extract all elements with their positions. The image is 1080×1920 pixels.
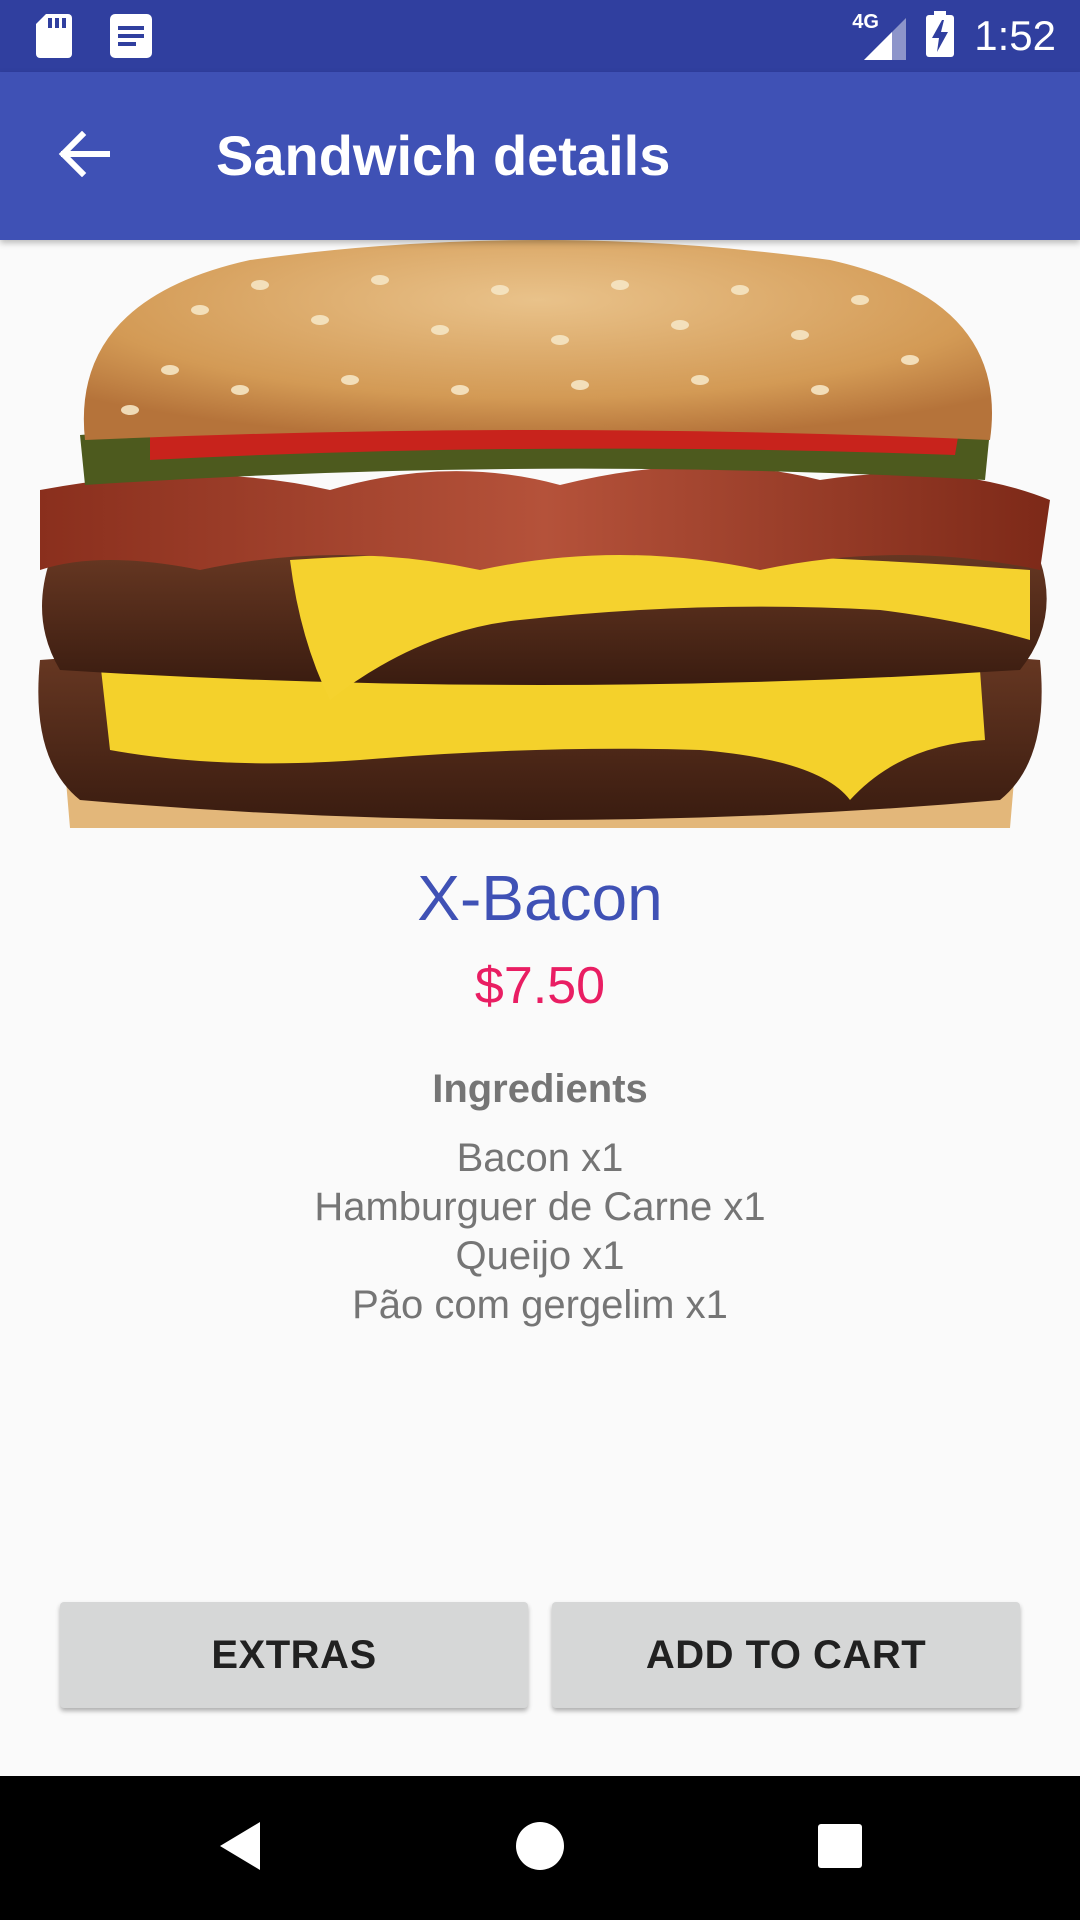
page-title: Sandwich details: [216, 124, 671, 187]
status-bar: 4G 1:52: [0, 0, 1080, 72]
battery-charging-icon: [926, 10, 955, 62]
ingredient-item: Hamburguer de Carne x1: [314, 1185, 766, 1229]
nav-home-icon: [515, 1821, 565, 1876]
ingredient-item: Pão com gergelim x1: [352, 1283, 728, 1327]
nav-recents-button[interactable]: [800, 1808, 880, 1888]
add-to-cart-button[interactable]: ADD TO CART: [552, 1602, 1020, 1708]
sandwich-name: X-Bacon: [417, 862, 663, 934]
nav-home-button[interactable]: [500, 1808, 580, 1888]
status-time: 1:52: [974, 12, 1056, 59]
ingredients-list: Bacon x1 Hamburguer de Carne x1 Queijo x…: [0, 1134, 1080, 1330]
sandwich-price: $7.50: [474, 957, 606, 1015]
sd-card-icon: [36, 14, 72, 63]
back-button[interactable]: [40, 112, 128, 200]
notification-doc-icon: [110, 14, 152, 63]
navigation-bar: [0, 1776, 1080, 1920]
nav-recents-icon: [817, 1823, 863, 1874]
ingredient-item: Bacon x1: [456, 1136, 624, 1180]
nav-back-icon: [216, 1820, 264, 1877]
sandwich-image: [0, 240, 1080, 828]
arrow-back-icon: [58, 130, 111, 182]
ingredient-item: Queijo x1: [455, 1234, 625, 1278]
extras-button[interactable]: EXTRAS: [60, 1602, 528, 1708]
signal-icon: 4G: [852, 12, 907, 60]
app-bar: Sandwich details: [0, 72, 1080, 240]
ingredients-title: Ingredients: [432, 1067, 648, 1111]
nav-back-button[interactable]: [200, 1808, 280, 1888]
